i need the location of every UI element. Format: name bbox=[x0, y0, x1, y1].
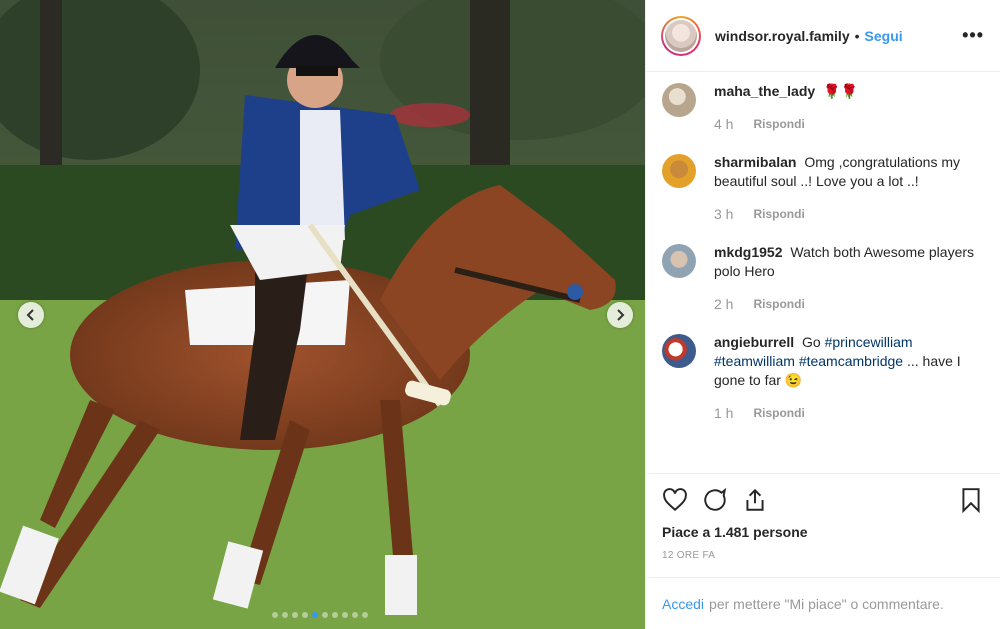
hashtag-link[interactable]: #teamwilliam bbox=[714, 353, 795, 369]
post-image[interactable] bbox=[0, 0, 645, 629]
avatar-image bbox=[665, 19, 697, 52]
login-prompt: Accedi per mettere "Mi piace" o commenta… bbox=[646, 577, 1000, 629]
commenter-avatar[interactable] bbox=[662, 334, 696, 368]
comment-item: sharmibalan Omg ,congratulations my beau… bbox=[662, 153, 984, 224]
action-icons bbox=[662, 484, 984, 516]
post-timestamp: 12 ORE FA bbox=[662, 550, 716, 561]
slide-dot bbox=[342, 612, 348, 618]
comment-username[interactable]: maha_the_lady bbox=[714, 83, 815, 99]
comment-list[interactable]: maha_the_lady 🌹🌹 4 h Rispondi sharmibala… bbox=[646, 72, 1000, 473]
profile-username[interactable]: windsor.royal.family bbox=[715, 28, 850, 44]
follow-button[interactable]: Segui bbox=[865, 28, 903, 44]
post-sidebar: windsor.royal.family • Segui ••• maha_th… bbox=[645, 0, 1000, 629]
slide-dot bbox=[332, 612, 338, 618]
chevron-left-icon bbox=[26, 309, 34, 321]
chevron-right-icon bbox=[617, 309, 625, 321]
reply-button[interactable]: Rispondi bbox=[753, 205, 804, 224]
share-icon[interactable] bbox=[742, 487, 768, 513]
reply-button[interactable]: Rispondi bbox=[753, 115, 804, 134]
slide-dot bbox=[292, 612, 298, 618]
comment-time[interactable]: 4 h bbox=[714, 115, 733, 134]
reply-button[interactable]: Rispondi bbox=[753, 404, 804, 423]
comment-username[interactable]: sharmibalan bbox=[714, 154, 796, 170]
header-separator: • bbox=[854, 27, 860, 44]
slide-indicator bbox=[272, 612, 368, 618]
heart-icon[interactable] bbox=[662, 487, 688, 513]
slide-dot bbox=[352, 612, 358, 618]
login-prompt-text: per mettere "Mi piace" o commentare. bbox=[709, 595, 944, 612]
comment-item: mkdg1952 Watch both Awesome players polo… bbox=[662, 243, 984, 314]
slide-dot bbox=[362, 612, 368, 618]
comment-time[interactable]: 1 h bbox=[714, 404, 733, 423]
slide-dot bbox=[312, 612, 318, 618]
comment-item: angieburrell Go #princewilliam #teamwill… bbox=[662, 333, 984, 423]
comment-username[interactable]: mkdg1952 bbox=[714, 244, 782, 260]
commenter-avatar[interactable] bbox=[662, 83, 696, 117]
slide-dot bbox=[322, 612, 328, 618]
slide-dot bbox=[282, 612, 288, 618]
hashtag-link[interactable]: #teamcambridge bbox=[799, 353, 903, 369]
polo-photo bbox=[0, 0, 645, 629]
comment-text-prefix: Go bbox=[802, 334, 825, 350]
more-options-icon[interactable]: ••• bbox=[962, 25, 984, 46]
instagram-post-view: windsor.royal.family • Segui ••• maha_th… bbox=[0, 0, 1000, 629]
post-actions: Piace a 1.481 persone 12 ORE FA bbox=[646, 473, 1000, 577]
comment-icon[interactable] bbox=[702, 487, 728, 513]
profile-avatar[interactable] bbox=[661, 15, 701, 56]
slide-dot bbox=[272, 612, 278, 618]
next-slide-button[interactable] bbox=[607, 302, 633, 328]
post-header: windsor.royal.family • Segui ••• bbox=[646, 0, 1000, 72]
hashtag-link[interactable]: #princewilliam bbox=[825, 334, 913, 350]
commenter-avatar[interactable] bbox=[662, 244, 696, 278]
commenter-avatar[interactable] bbox=[662, 154, 696, 188]
comment-time[interactable]: 2 h bbox=[714, 295, 733, 314]
comment-time[interactable]: 3 h bbox=[714, 205, 733, 224]
like-count[interactable]: Piace a 1.481 persone bbox=[662, 524, 984, 540]
slide-dot bbox=[302, 612, 308, 618]
login-link[interactable]: Accedi bbox=[662, 596, 704, 612]
reply-button[interactable]: Rispondi bbox=[753, 295, 804, 314]
comment-username[interactable]: angieburrell bbox=[714, 334, 794, 350]
bookmark-icon[interactable] bbox=[958, 487, 984, 513]
comment-item: maha_the_lady 🌹🌹 4 h Rispondi bbox=[662, 82, 984, 134]
comment-text: 🌹🌹 bbox=[823, 83, 858, 99]
previous-slide-button[interactable] bbox=[18, 302, 44, 328]
